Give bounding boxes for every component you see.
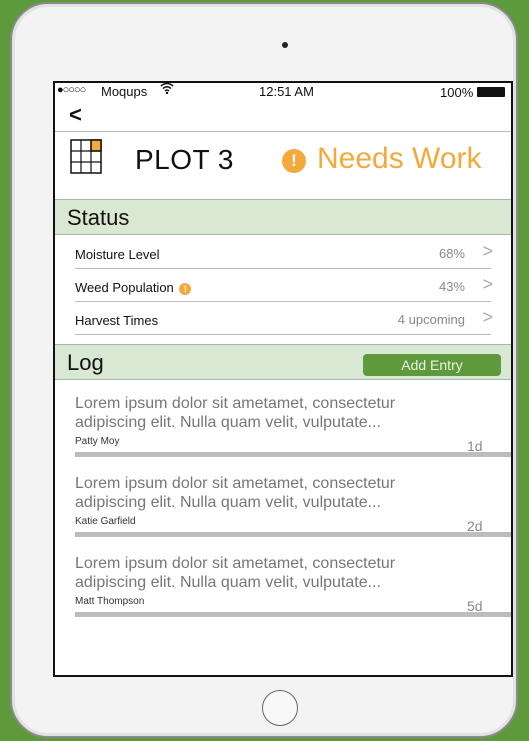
status-row-label-text: Weed Population [75, 280, 174, 295]
chevron-right-icon: > [482, 274, 493, 294]
log-entry-author: Matt Thompson [75, 596, 145, 607]
log-entry[interactable]: Lorem ipsum dolor sit ametamet, consecte… [75, 394, 511, 474]
status-row-value: 4 upcoming [397, 312, 465, 327]
plot-status-label: Needs Work [317, 142, 482, 175]
log-section-header: Log Add Entry [55, 344, 511, 380]
status-row-label: Weed Population ! [75, 280, 192, 295]
log-entry-divider [75, 452, 511, 457]
tablet-frame: ●○○○○ Moqups 12:51 AM 100% < PLOT 3 ! Ne… [10, 2, 518, 738]
log-entry-divider [75, 612, 511, 617]
log-entry[interactable]: Lorem ipsum dolor sit ametamet, consecte… [75, 474, 511, 554]
back-button[interactable]: < [69, 103, 82, 127]
log-entry[interactable]: Lorem ipsum dolor sit ametamet, consecte… [75, 554, 511, 634]
log-entry-author: Patty Moy [75, 436, 120, 447]
clock: 12:51 AM [259, 84, 314, 99]
carrier-name: Moqups [101, 84, 148, 99]
page-title: PLOT 3 [135, 144, 234, 175]
log-entry-text: Lorem ipsum dolor sit ametamet, consecte… [75, 555, 396, 591]
log-section-title: Log [67, 350, 104, 375]
status-row-weeds[interactable]: Weed Population ! 43% > [75, 269, 511, 302]
battery-percent: 100% [440, 85, 474, 100]
status-row-value: 68% [438, 246, 465, 261]
log-entry-text: Lorem ipsum dolor sit ametamet, consecte… [75, 475, 396, 511]
status-row-label: Harvest Times [75, 313, 159, 328]
nav-divider [55, 131, 511, 132]
status-section-header: Status [55, 199, 511, 235]
signal-strength: ●○○○○ [57, 84, 86, 96]
warning-icon: ! [179, 282, 192, 295]
log-entry-text: Lorem ipsum dolor sit ametamet, consecte… [75, 395, 396, 431]
status-section-title: Status [67, 205, 130, 230]
status-row-label: Moisture Level [75, 247, 160, 262]
status-row-harvest[interactable]: Harvest Times 4 upcoming > [75, 302, 511, 335]
status-bar: ●○○○○ Moqups 12:51 AM 100% [55, 83, 511, 101]
home-button[interactable] [262, 690, 298, 726]
log-entry-divider [75, 532, 511, 537]
status-row-moisture[interactable]: Moisture Level 68% > [75, 236, 511, 269]
log-entry-author: Katie Garfield [75, 516, 136, 527]
plot-grid-icon [70, 137, 104, 175]
camera-dot [282, 42, 288, 48]
alert-icon: ! [282, 149, 306, 173]
wifi-icon [160, 83, 174, 97]
add-entry-button[interactable]: Add Entry [363, 354, 501, 376]
app-screen: ●○○○○ Moqups 12:51 AM 100% < PLOT 3 ! Ne… [53, 81, 513, 677]
row-divider [75, 334, 491, 335]
chevron-right-icon: > [482, 307, 493, 327]
battery-icon [477, 87, 505, 97]
status-row-value: 43% [438, 279, 465, 294]
chevron-right-icon: > [482, 241, 493, 261]
